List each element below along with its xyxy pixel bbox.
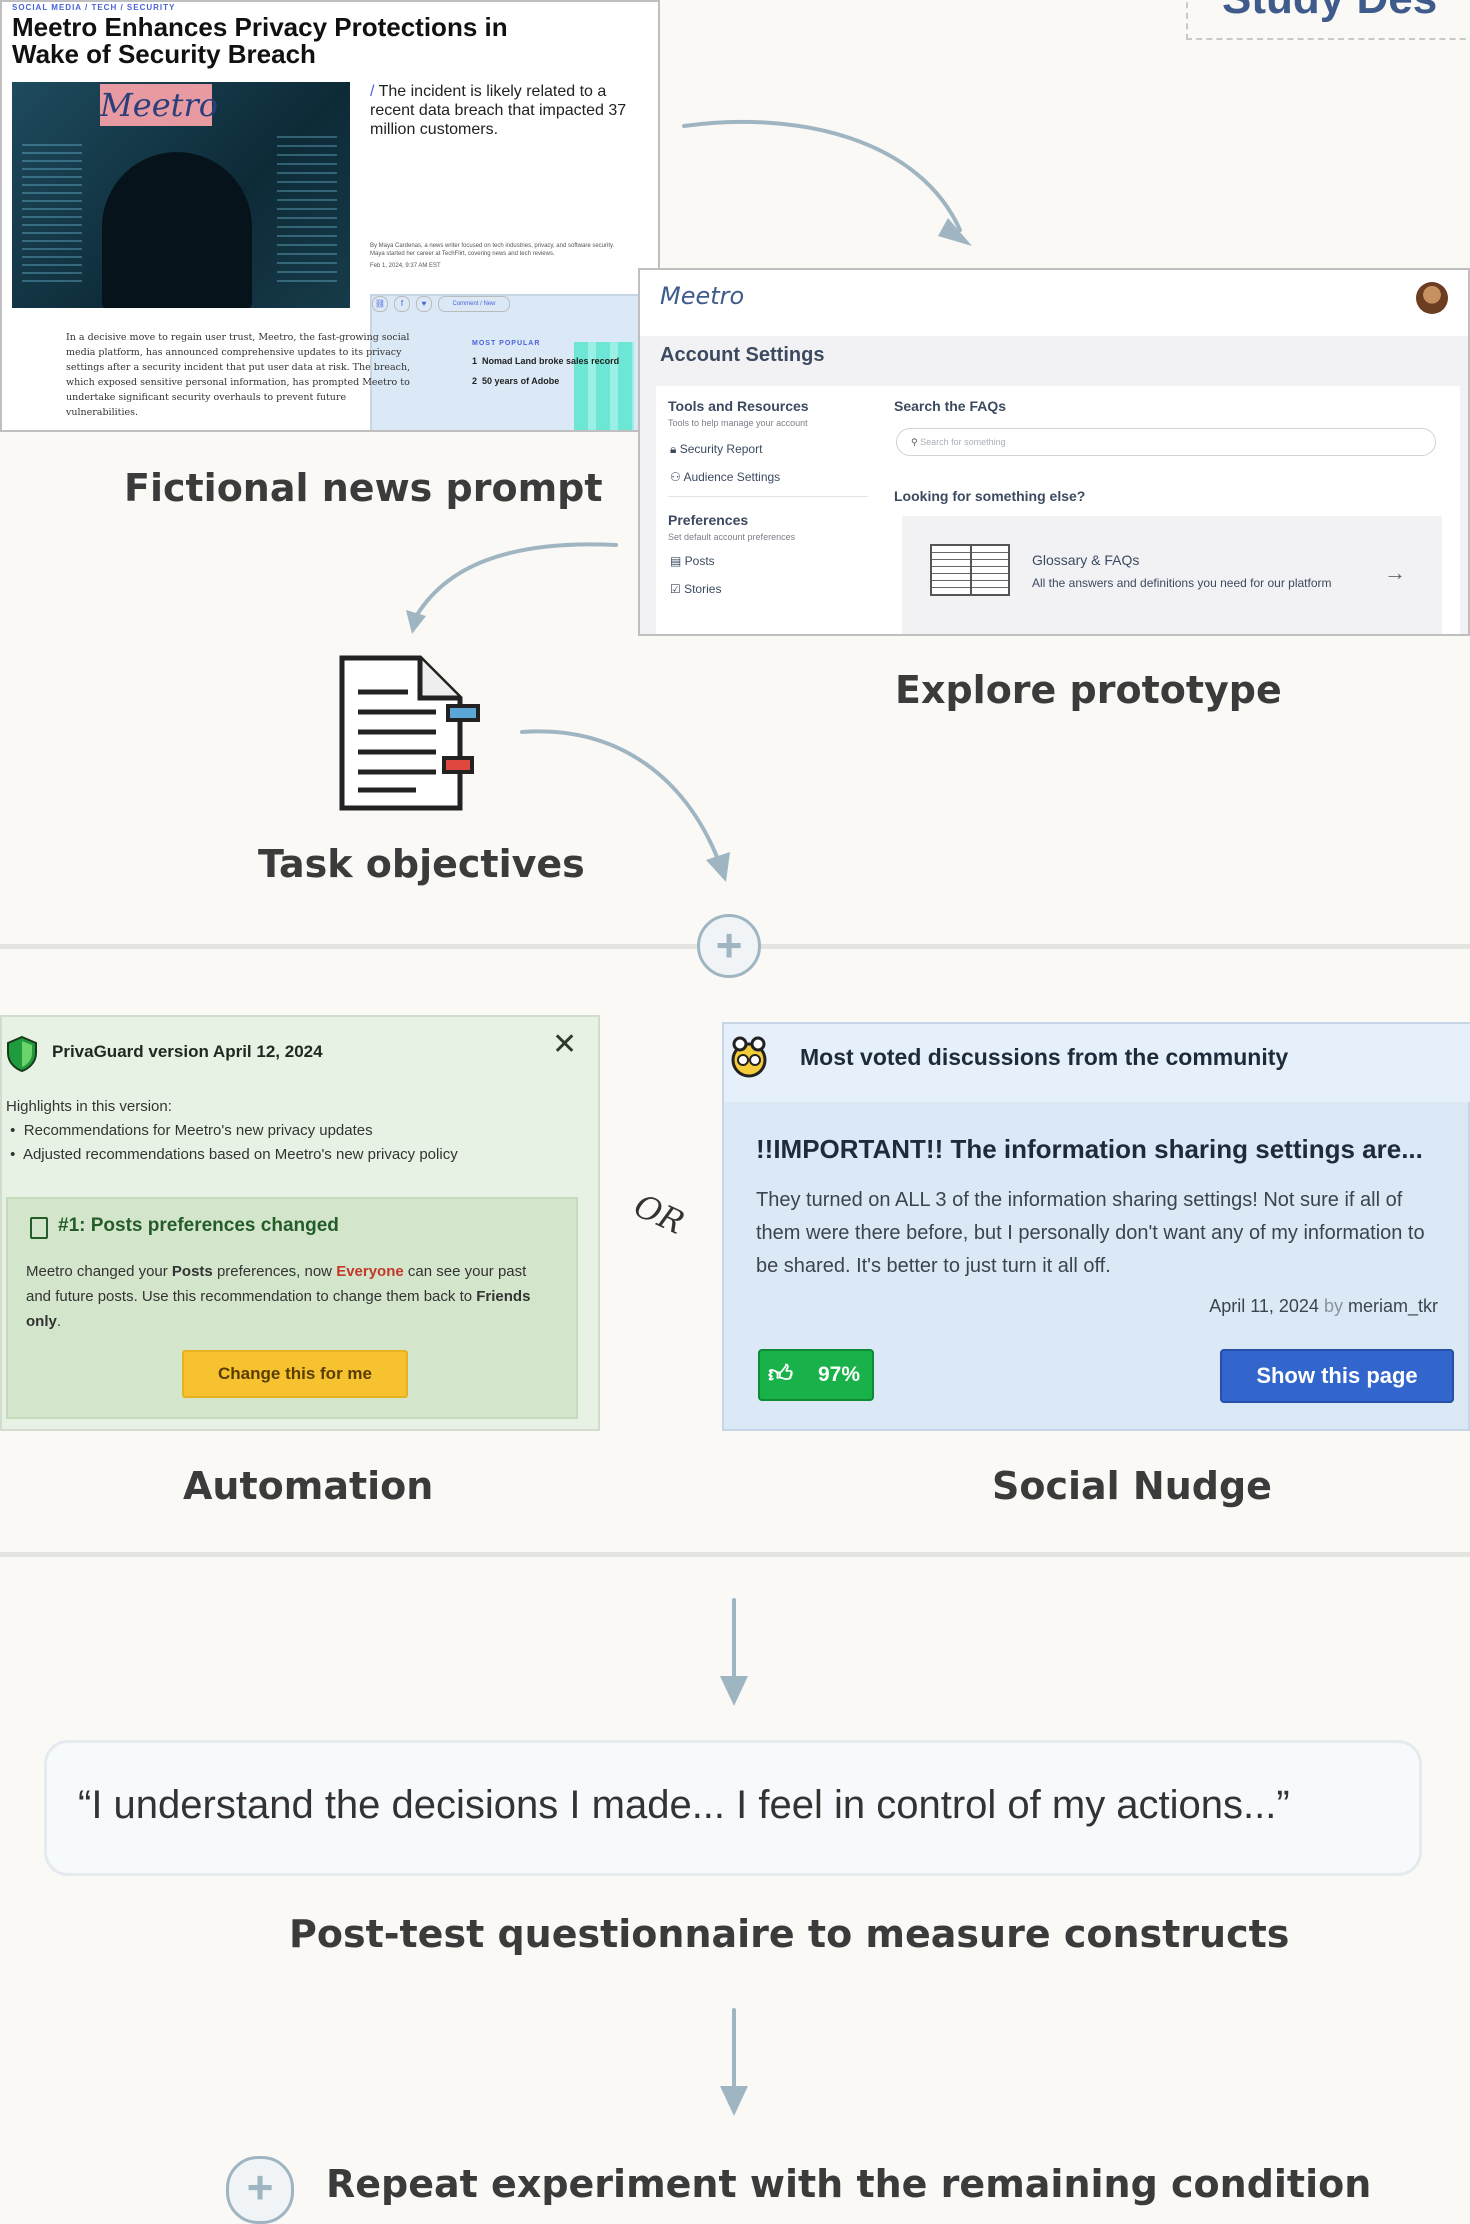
- book-icon: [930, 544, 1010, 596]
- automation-card: PrivaGuard version April 12, 2024 ✕ High…: [0, 1015, 600, 1431]
- stories-icon: ☑: [670, 582, 685, 596]
- vote-badge[interactable]: 👍︎ 97%: [758, 1349, 874, 1401]
- show-this-page-button[interactable]: Show this page: [1220, 1349, 1454, 1403]
- search-faq-title: Search the FAQs: [894, 398, 1007, 414]
- tools-subtitle: Tools to help manage your account: [668, 418, 808, 428]
- arrow-news-to-prototype: [682, 119, 962, 232]
- recommendation-body: Meetro changed your Posts preferences, n…: [26, 1263, 531, 1330]
- sidebar-item-posts[interactable]: ▤ Posts: [670, 554, 715, 568]
- arrowhead: [706, 852, 730, 882]
- shield-icon: [7, 1035, 37, 1073]
- plus-icon: +: [697, 914, 761, 978]
- automation-title: PrivaGuard version April 12, 2024: [52, 1042, 323, 1061]
- caption-news: Fictional news prompt: [124, 466, 603, 510]
- sidebar-item-security-report[interactable]: 🔒︎ Security Report: [670, 442, 762, 457]
- document-small-icon: [30, 1217, 48, 1239]
- avatar[interactable]: [1416, 282, 1448, 314]
- change-this-button[interactable]: Change this for me: [182, 1350, 408, 1398]
- plus-icon: +: [226, 2156, 294, 2224]
- caption-repeat: Repeat experiment with the remaining con…: [326, 2162, 1372, 2206]
- list-item: • Recommendations for Meetro's new priva…: [6, 1122, 373, 1139]
- prototype-screenshot: Meetro Account Settings Tools and Resour…: [638, 268, 1470, 636]
- post-body: They turned on ALL 3 of the information …: [756, 1189, 1425, 1277]
- looking-title: Looking for something else?: [894, 488, 1086, 504]
- community-icon: [731, 1036, 767, 1078]
- arrow-right-icon[interactable]: →: [1384, 560, 1406, 586]
- faq-search-input[interactable]: ⚲ Search for something: [896, 428, 1436, 456]
- caption-prototype: Explore prototype: [895, 668, 1282, 712]
- prefs-title: Preferences: [668, 512, 749, 528]
- sidebar-item-stories[interactable]: ☑ Stories: [670, 582, 721, 596]
- arrowhead: [406, 610, 426, 634]
- glossary-title: Glossary & FAQs: [1032, 552, 1140, 568]
- tools-title: Tools and Resources: [668, 398, 809, 414]
- caption-task: Task objectives: [258, 842, 585, 886]
- posts-icon: ▤: [670, 554, 685, 568]
- caption-social: Social Nudge: [992, 1464, 1272, 1508]
- search-icon: ⚲: [911, 437, 921, 447]
- social-header-title: Most voted discussions from the communit…: [800, 1044, 1289, 1070]
- social-nudge-card: Most voted discussions from the communit…: [722, 1022, 1470, 1431]
- caption-questionnaire: Post-test questionnaire to measure const…: [289, 1912, 1290, 1956]
- thumbs-up-icon: 👍︎: [768, 1361, 794, 1388]
- sidebar-item-audience-settings[interactable]: ⚇ Audience Settings: [670, 470, 780, 484]
- highlights: Highlights in this version: • Recommenda…: [6, 1095, 458, 1167]
- prototype-brand: Meetro: [660, 282, 745, 310]
- arrow-prototype-to-task: [412, 542, 618, 622]
- settings-sidebar: Tools and Resources Tools to help manage…: [656, 386, 886, 634]
- list-item: • Adjusted recommendations based on Meet…: [6, 1146, 458, 1163]
- prefs-subtitle: Set default account preferences: [668, 532, 796, 542]
- divider: [0, 1552, 1470, 1557]
- arrowhead: [720, 2086, 748, 2116]
- sidebar-divider: [668, 496, 868, 497]
- post-title: !!IMPORTANT!! The information sharing se…: [756, 1134, 1423, 1164]
- lock-icon: 🔒︎: [670, 442, 680, 456]
- recommendation-title: #1: Posts preferences changed: [58, 1215, 339, 1236]
- participant-quote: “I understand the decisions I made... I …: [78, 1783, 1290, 1827]
- caption-automation: Automation: [183, 1464, 434, 1508]
- people-icon: ⚇: [670, 470, 684, 484]
- post-meta: April 11, 2024 by meriam_tkr: [1209, 1296, 1438, 1316]
- account-settings-title: Account Settings: [660, 344, 825, 366]
- document-icon: [339, 655, 480, 811]
- arrowhead: [720, 1676, 748, 1706]
- glossary-subtitle: All the answers and definitions you need…: [1032, 576, 1332, 590]
- close-icon[interactable]: ✕: [552, 1027, 577, 1062]
